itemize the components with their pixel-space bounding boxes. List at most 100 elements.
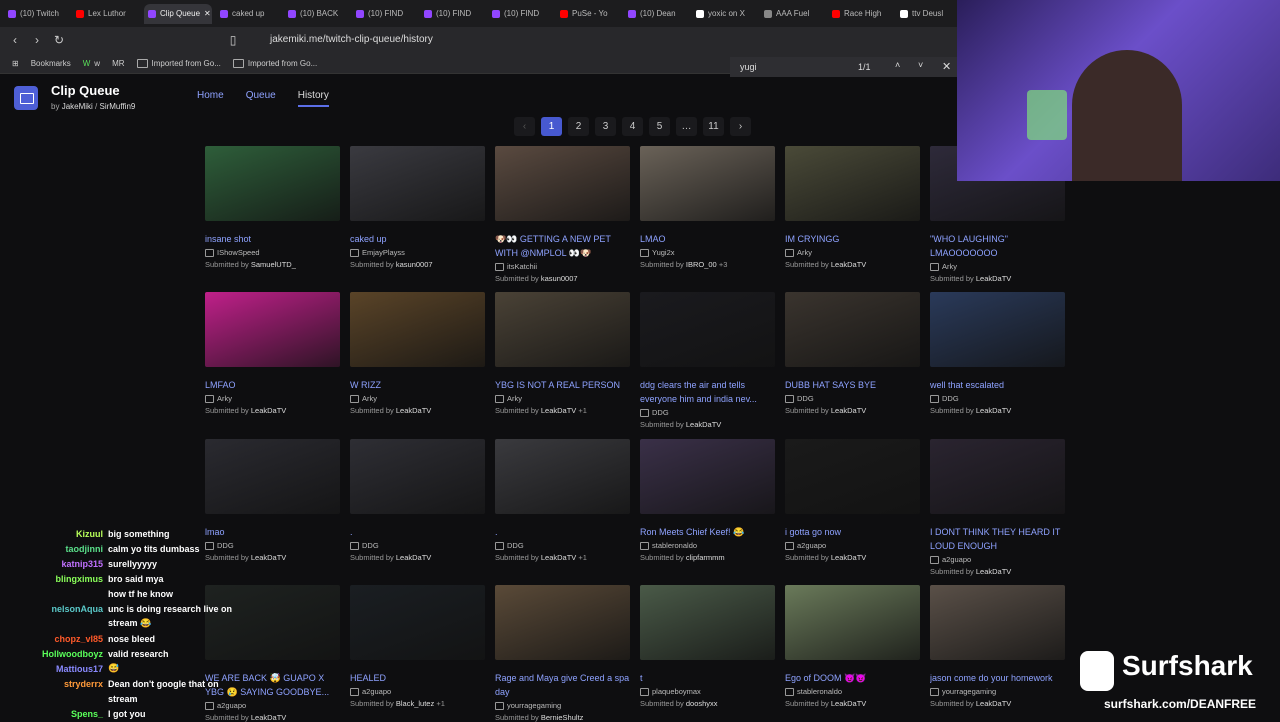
clip-card[interactable]: insane shot IShowSpeed Submitted by Samuel… [205, 146, 340, 269]
clip-title[interactable]: t [640, 671, 775, 685]
clip-title[interactable]: Ego of DOOM 😈😈 [785, 671, 920, 685]
browser-tab[interactable]: PuSe - Yo [560, 4, 620, 24]
browser-tab[interactable]: (10) Dean [628, 4, 688, 24]
clip-thumbnail[interactable] [350, 292, 485, 367]
clip-thumbnail[interactable] [785, 439, 920, 514]
clip-title[interactable]: DUBB HAT SAYS BYE [785, 378, 920, 392]
clip-card[interactable]: IM CRYINGG Arky Submitted by LeakDaTV [785, 146, 920, 269]
clip-card[interactable]: . DDG Submitted by LeakDaTV [350, 439, 485, 562]
browser-tab[interactable]: Clip Queue ✕ [144, 3, 212, 24]
clip-card[interactable]: W RIZZ Arky Submitted by LeakDaTV [350, 292, 485, 415]
clip-thumbnail[interactable] [785, 146, 920, 221]
clip-title[interactable]: . [495, 525, 630, 539]
clip-thumbnail[interactable] [205, 439, 340, 514]
clip-title[interactable]: Ron Meets Chief Keef! 😂 [640, 525, 775, 539]
browser-tab[interactable]: ttv Deusl [900, 4, 960, 24]
clip-title[interactable]: 🐶👀 GETTING A NEW PET WITH @NMPLOL 👀🐶 [495, 232, 630, 260]
nav-history[interactable]: History [297, 90, 329, 107]
browser-tab[interactable]: Lex Luthor [76, 4, 136, 24]
clip-thumbnail[interactable] [785, 585, 920, 660]
browser-tab[interactable]: caked up [220, 4, 280, 24]
clip-title[interactable]: LMFAO [205, 378, 340, 392]
nav-queue[interactable]: Queue [246, 90, 276, 107]
clip-card[interactable]: Rage and Maya give Creed a spa day yourra… [495, 585, 630, 722]
clip-title[interactable]: I DONT THINK THEY HEARD IT LOUD ENOUGH [930, 525, 1065, 553]
clip-title[interactable]: ddg clears the air and tells everyone hi… [640, 378, 775, 406]
clip-thumbnail[interactable] [205, 292, 340, 367]
clip-thumbnail[interactable] [640, 146, 775, 221]
browser-tab[interactable]: (10) FIND [424, 4, 484, 24]
clip-title[interactable]: W RIZZ [350, 378, 485, 392]
find-input[interactable]: yugi [740, 62, 757, 72]
clip-title[interactable]: . [350, 525, 485, 539]
clip-card[interactable]: i gotta go now a2guapo Submitted by LeakDa… [785, 439, 920, 562]
bookmark-item[interactable]: Ww [83, 59, 100, 68]
clip-title[interactable]: HEALED [350, 671, 485, 685]
clip-card[interactable]: DUBB HAT SAYS BYE DDG Submitted by LeakDaT… [785, 292, 920, 415]
clip-title[interactable]: IM CRYINGG [785, 232, 920, 246]
author-link[interactable]: SirMuffin9 [99, 102, 135, 111]
page-button[interactable]: … [676, 117, 697, 136]
author-link[interactable]: JakeMiki [62, 102, 93, 111]
clip-card[interactable]: jason come do your homework yourragegamin… [930, 585, 1065, 708]
page-button[interactable]: 1 [541, 117, 562, 136]
clip-thumbnail[interactable] [930, 292, 1065, 367]
clip-title[interactable]: caked up [350, 232, 485, 246]
bookmark-icon[interactable]: ▯ [226, 33, 240, 47]
clip-card[interactable]: . DDG Submitted by LeakDaTV +1 [495, 439, 630, 562]
clip-thumbnail[interactable] [350, 585, 485, 660]
page-button[interactable]: 2 [568, 117, 589, 136]
next-page-button[interactable]: › [730, 117, 751, 136]
clip-thumbnail[interactable] [640, 585, 775, 660]
clip-thumbnail[interactable] [495, 439, 630, 514]
browser-tab[interactable]: Race High [832, 4, 892, 24]
browser-tab[interactable]: (10) FIND [492, 4, 552, 24]
page-button[interactable]: 4 [622, 117, 643, 136]
clip-thumbnail[interactable] [495, 292, 630, 367]
clip-card[interactable]: I DONT THINK THEY HEARD IT LOUD ENOUGH a2… [930, 439, 1065, 576]
clip-thumbnail[interactable] [640, 292, 775, 367]
app-title[interactable]: Clip Queue [51, 83, 120, 98]
clip-card[interactable]: caked up EmjayPlayss Submitted by kasun000… [350, 146, 485, 269]
browser-tab[interactable]: (10) Twitch [8, 4, 68, 24]
bookmark-item[interactable]: Bookmarks [31, 59, 71, 68]
clip-title[interactable]: insane shot [205, 232, 340, 246]
page-button[interactable]: 3 [595, 117, 616, 136]
reload-icon[interactable]: ↻ [52, 33, 66, 47]
clip-card[interactable]: 🐶👀 GETTING A NEW PET WITH @NMPLOL 👀🐶 itsK… [495, 146, 630, 283]
clip-thumbnail[interactable] [495, 585, 630, 660]
nav-home[interactable]: Home [197, 90, 224, 107]
clip-thumbnail[interactable] [205, 146, 340, 221]
chevron-up-icon[interactable]: ˄ [895, 60, 900, 70]
browser-tab[interactable]: (10) BACK [288, 4, 348, 24]
back-arrow-icon[interactable]: ‹ [8, 33, 22, 47]
forward-arrow-icon[interactable]: › [30, 33, 44, 47]
clip-thumbnail[interactable] [785, 292, 920, 367]
clip-card[interactable]: ddg clears the air and tells everyone hi… [640, 292, 775, 429]
clip-card[interactable]: Ego of DOOM 😈😈 stableronaldo Submitted by … [785, 585, 920, 708]
clip-queue-logo-icon[interactable] [14, 86, 38, 110]
browser-tab[interactable]: yoxic on X [696, 4, 756, 24]
clip-title[interactable]: LMAO [640, 232, 775, 246]
chevron-down-icon[interactable]: ˅ [918, 60, 923, 70]
clip-title[interactable]: jason come do your homework [930, 671, 1065, 685]
clip-thumbnail[interactable] [350, 146, 485, 221]
bookmark-item[interactable]: MR [112, 59, 124, 68]
clip-thumbnail[interactable] [930, 585, 1065, 660]
clip-title[interactable]: Rage and Maya give Creed a spa day [495, 671, 630, 699]
apps-grid-icon[interactable]: ⊞ [12, 59, 19, 68]
clip-card[interactable]: LMAO Yugi2x Submitted by IBRO_00 +3 [640, 146, 775, 269]
prev-page-button[interactable]: ‹ [514, 117, 535, 136]
page-button[interactable]: 11 [703, 117, 724, 136]
close-tab-icon[interactable]: ✕ [204, 9, 211, 18]
clip-thumbnail[interactable] [350, 439, 485, 514]
clip-card[interactable]: t plaqueboymax Submitted by dooshyxx [640, 585, 775, 708]
clip-card[interactable]: LMFAO Arky Submitted by LeakDaTV [205, 292, 340, 415]
clip-card[interactable]: HEALED a2guapo Submitted by Black_lutez +1 [350, 585, 485, 708]
close-icon[interactable]: ✕ [942, 60, 951, 73]
clip-thumbnail[interactable] [495, 146, 630, 221]
clip-title[interactable]: i gotta go now [785, 525, 920, 539]
bookmark-folder[interactable]: Imported from Go... [136, 58, 221, 68]
clip-card[interactable]: Ron Meets Chief Keef! 😂 stableronaldo Subm… [640, 439, 775, 562]
page-button[interactable]: 5 [649, 117, 670, 136]
